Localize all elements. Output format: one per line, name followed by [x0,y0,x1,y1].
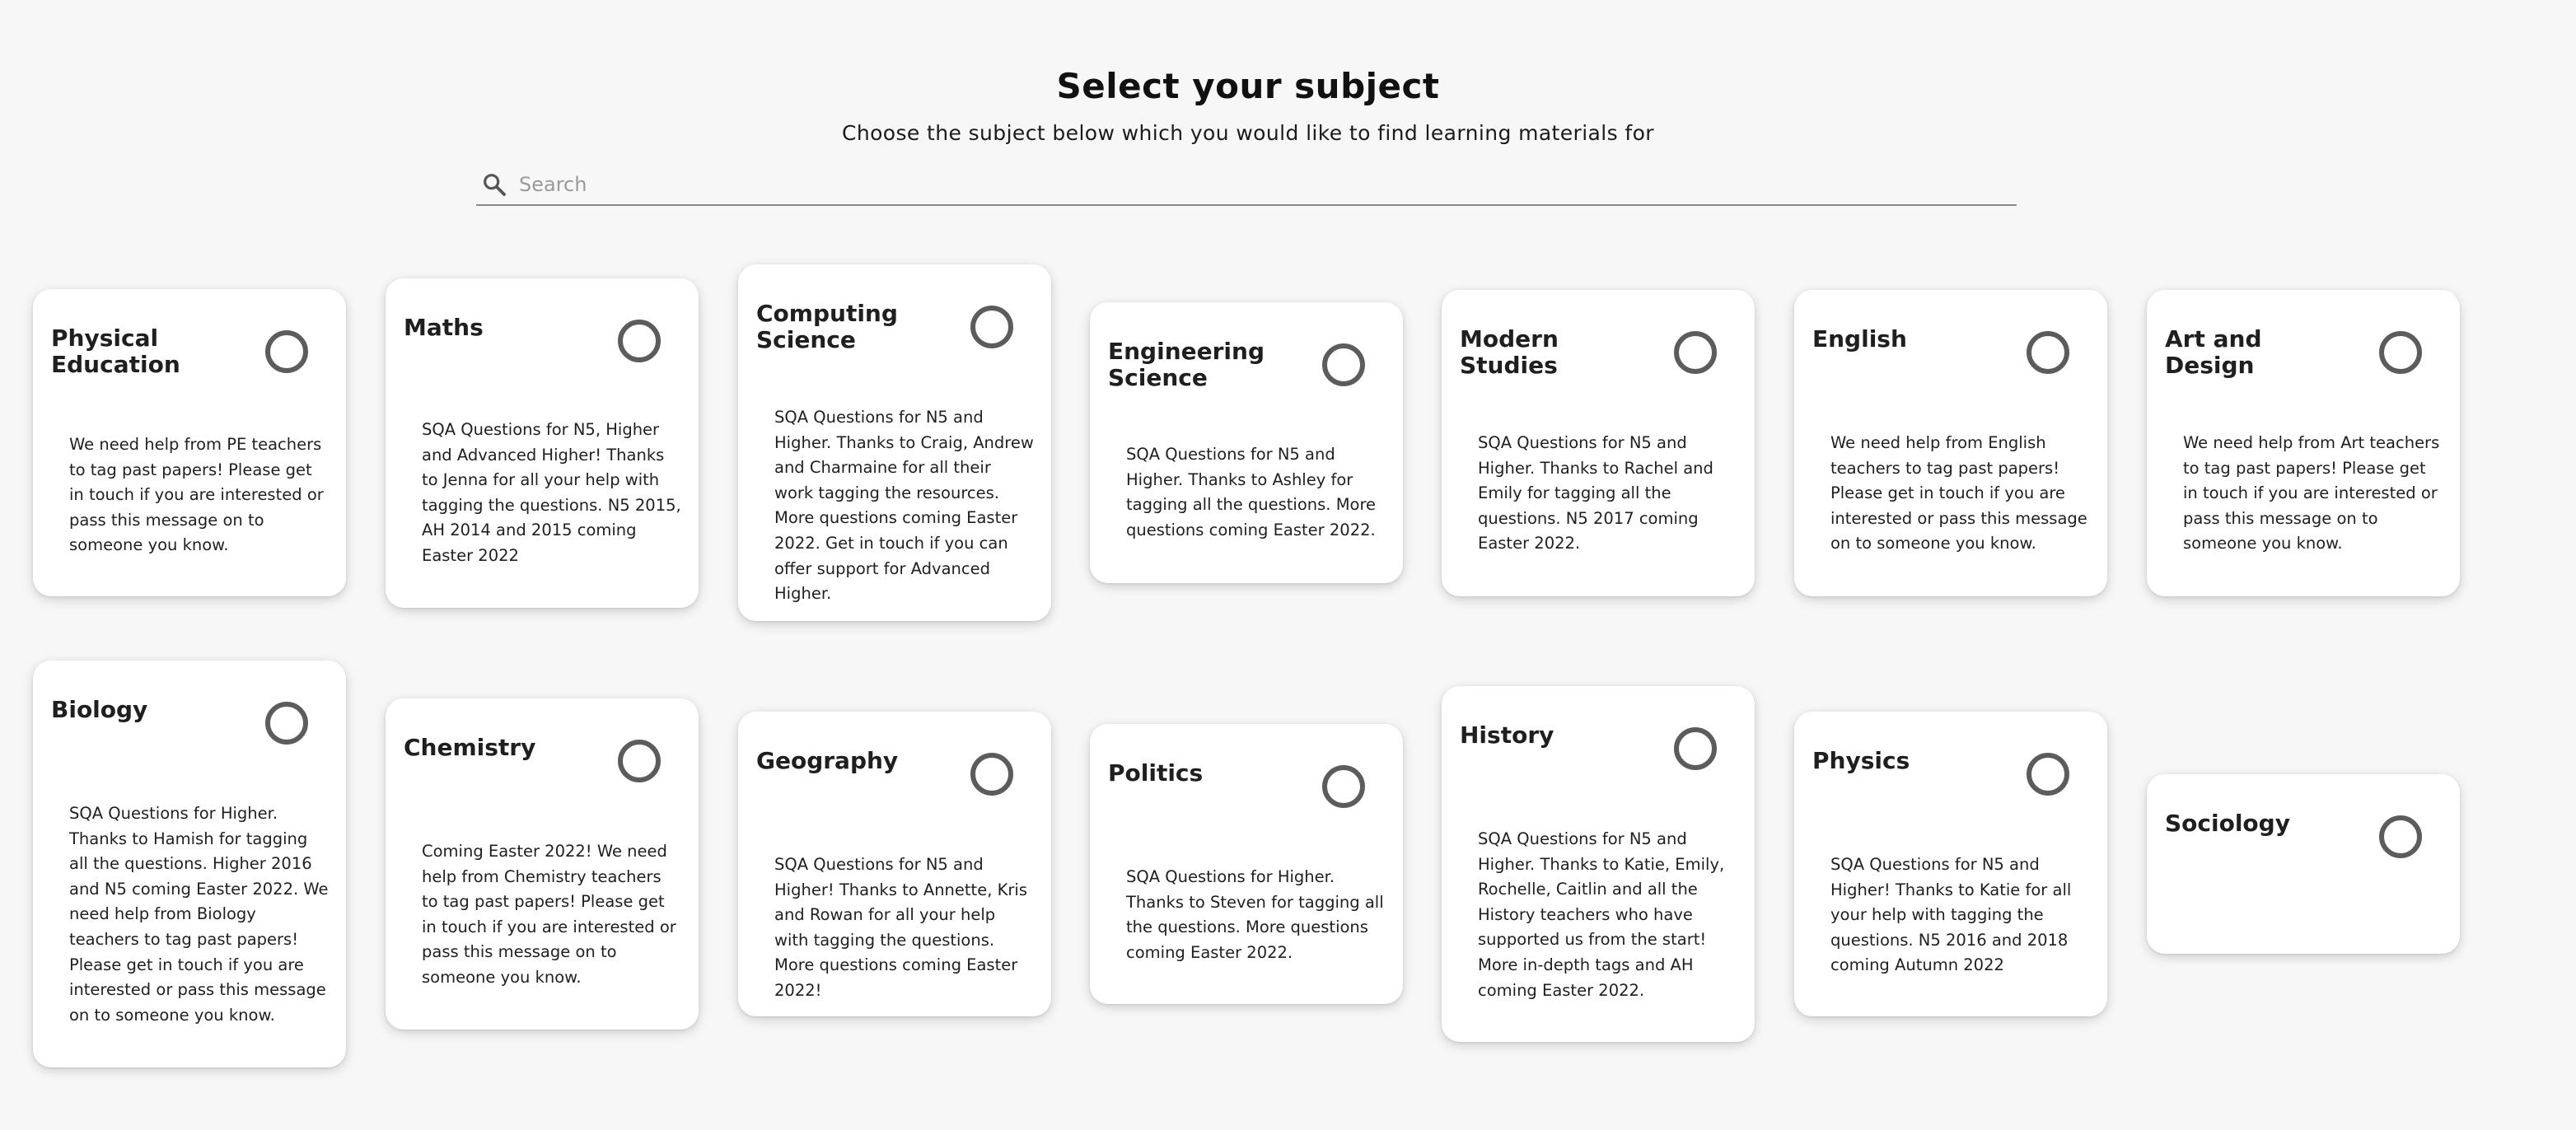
subject-description: SQA Questions for Higher. Thanks to Hami… [69,804,329,1025]
subject-description: SQA Questions for N5 and Higher. Thanks … [774,408,1034,604]
subject-title: Physics [1812,747,1910,774]
radio-unchecked-icon[interactable] [2027,753,2069,796]
search-bar [476,165,2017,206]
radio-unchecked-icon[interactable] [1322,765,1365,808]
radio-unchecked-icon[interactable] [970,753,1013,796]
subject-card-politics[interactable]: Politics SQA Questions for Higher. Thanks… [1090,724,1403,1004]
search-icon [479,170,509,199]
page-subtitle: Choose the subject below which you would… [842,121,1654,145]
subject-card-computing-science[interactable]: Computing Science SQA Questions for N5 an… [738,264,1051,621]
subject-description: We need help from Art teachers to tag pa… [2183,433,2440,553]
radio-unchecked-icon[interactable] [2379,331,2422,374]
radio-unchecked-icon[interactable] [1674,331,1717,374]
radio-unchecked-icon[interactable] [970,306,1013,348]
radio-unchecked-icon[interactable] [1322,343,1365,386]
subject-card-history[interactable]: History SQA Questions for N5 and Higher. … [1442,686,1755,1042]
subject-title: History [1460,721,1554,749]
subject-title: Maths [404,314,484,341]
subject-selection-page: Select your subject Choose the subject b… [0,0,2576,1130]
subject-description: SQA Questions for N5, Higher and Advance… [422,420,681,565]
subject-description: We need help from PE teachers to tag pas… [69,435,324,555]
subject-description: SQA Questions for N5 and Higher! Thanks … [1830,855,2072,975]
subject-card-physical-education[interactable]: Physical Education We need help from PE t… [33,289,346,596]
subject-description: SQA Questions for N5 and Higher. Thanks … [1478,829,1725,1000]
subject-title: Engineering Science [1108,338,1265,391]
subject-card-art-and-design[interactable]: Art and Design We need help from Art teac… [2147,290,2460,596]
subject-card-modern-studies[interactable]: Modern Studies SQA Questions for N5 and H… [1442,290,1755,596]
subject-title: Geography [756,747,899,774]
subject-title: Art and Design [2165,325,2262,379]
subject-title: Computing Science [756,300,898,353]
radio-unchecked-icon[interactable] [618,320,661,362]
radio-unchecked-icon[interactable] [265,330,308,373]
subject-description: Coming Easter 2022! We need help from Ch… [422,842,676,987]
subject-title: Politics [1108,759,1204,787]
radio-unchecked-icon[interactable] [2027,331,2069,374]
subject-description: We need help from English teachers to ta… [1830,433,2087,553]
subject-title: English [1812,325,1907,353]
subject-card-engineering-science[interactable]: Engineering Science SQA Questions for N5 … [1090,302,1403,583]
subject-card-maths[interactable]: Maths SQA Questions for N5, Higher and Ad… [386,278,699,608]
subject-card-geography[interactable]: Geography SQA Questions for N5 and Higher… [738,712,1051,1016]
page-title: Select your subject [1056,66,1440,106]
subject-title: Biology [51,696,148,723]
subject-description: SQA Questions for N5 and Higher. Thanks … [1478,433,1713,553]
subject-card-biology[interactable]: Biology SQA Questions for Higher. Thanks … [33,661,346,1067]
subject-title: Chemistry [404,734,536,761]
subject-card-sociology[interactable]: Sociology [2147,774,2460,954]
subject-title: Modern Studies [1460,325,1559,379]
radio-unchecked-icon[interactable] [618,740,661,782]
subject-title: Sociology [2165,810,2290,837]
subject-title: Physical Education [51,325,180,378]
subject-description: SQA Questions for N5 and Higher! Thanks … [774,855,1027,1000]
subject-description: SQA Questions for N5 and Higher. Thanks … [1126,445,1377,539]
radio-unchecked-icon[interactable] [1674,727,1717,770]
subject-description: SQA Questions for Higher. Thanks to Stev… [1126,867,1384,962]
subject-card-physics[interactable]: Physics SQA Questions for N5 and Higher! … [1794,712,2107,1016]
subject-card-english[interactable]: English We need help from English teacher… [1794,290,2107,596]
search-input[interactable] [519,168,1985,201]
subject-card-chemistry[interactable]: Chemistry Coming Easter 2022! We need hel… [386,698,699,1030]
page-header: Select your subject Choose the subject b… [0,66,2496,145]
radio-unchecked-icon[interactable] [265,702,308,745]
radio-unchecked-icon[interactable] [2379,815,2422,858]
